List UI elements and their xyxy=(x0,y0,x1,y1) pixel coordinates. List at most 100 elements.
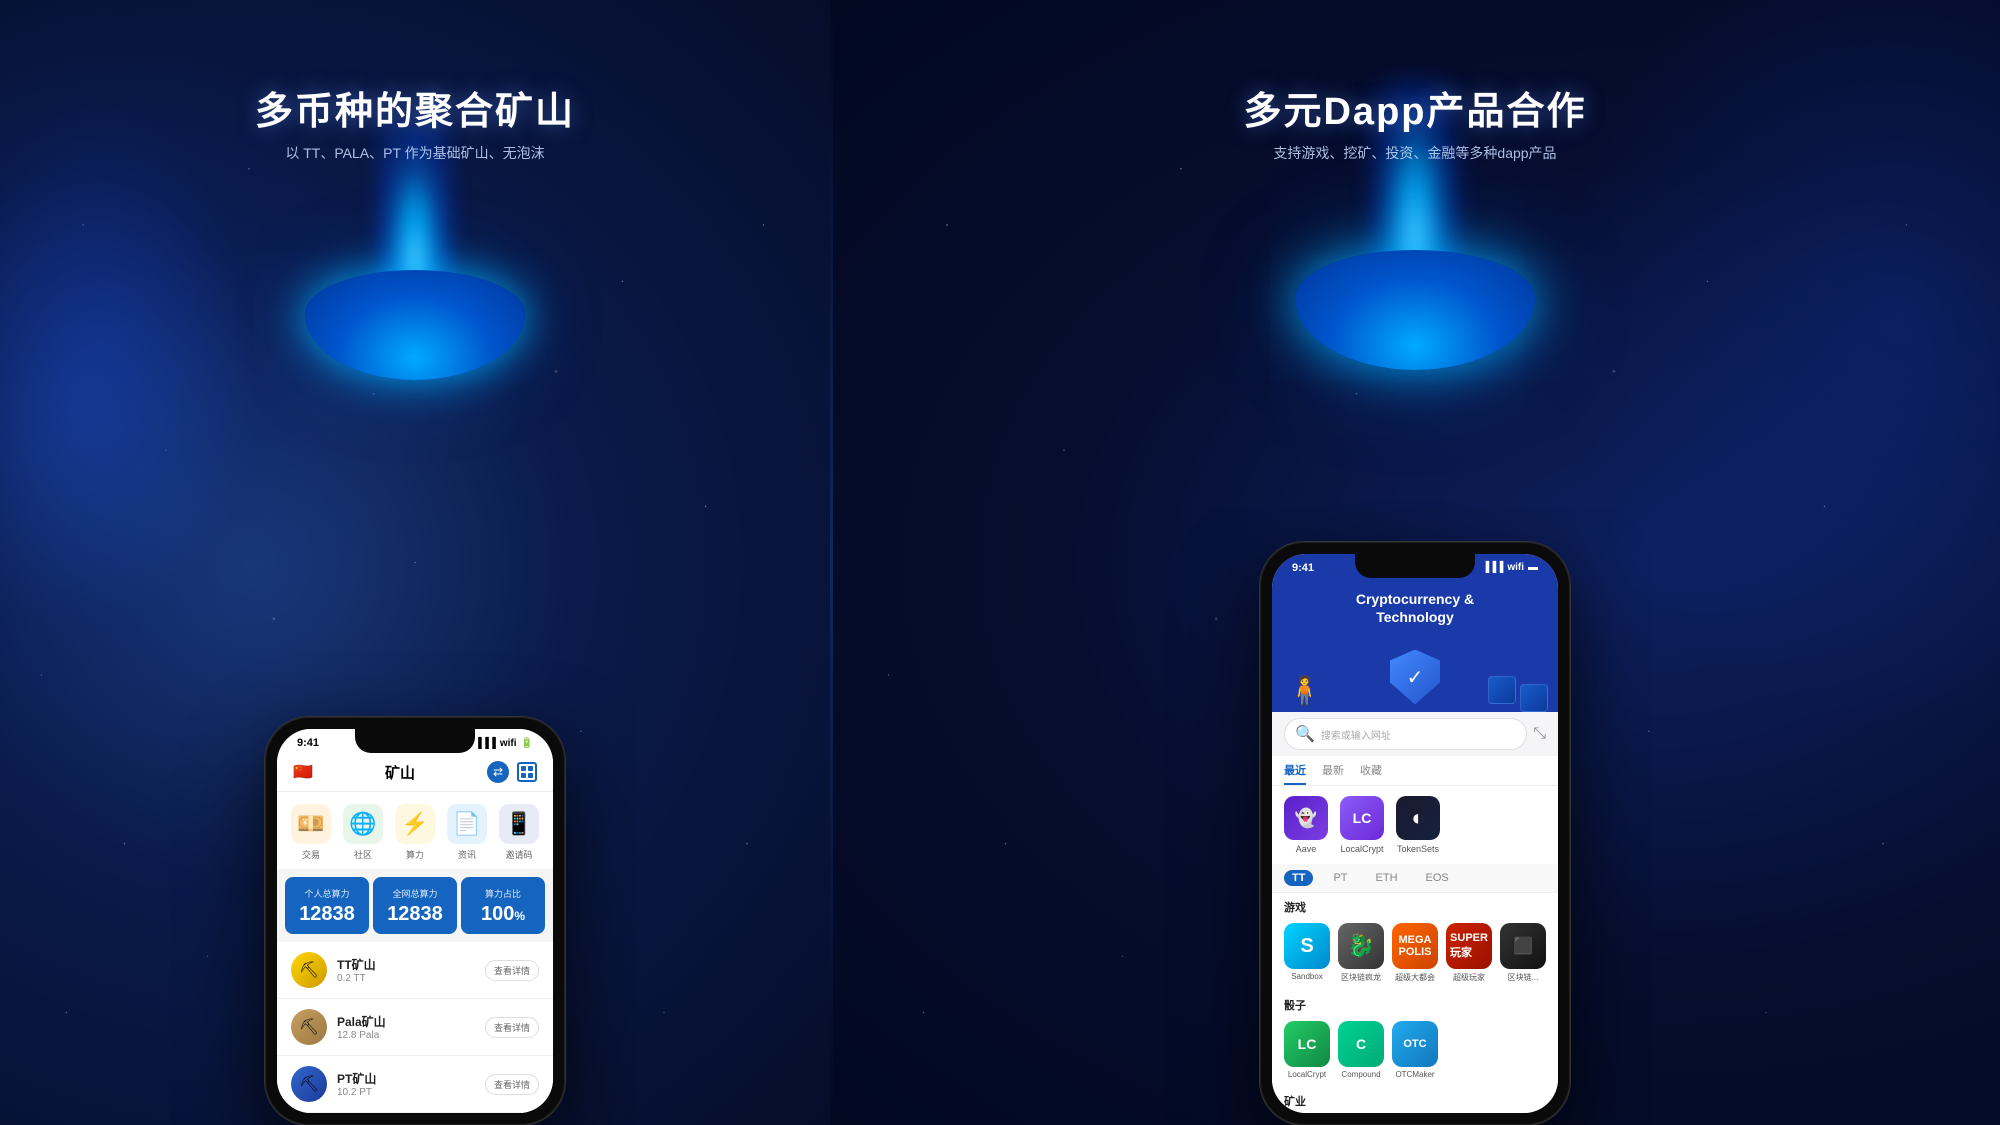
notch-right xyxy=(1355,554,1475,578)
dice-compound-icon: C xyxy=(1338,1021,1384,1067)
tt-info: TT矿山 0.2 TT xyxy=(337,956,485,984)
right-panel: 多元Dapp产品合作 支持游戏、挖矿、投资、金融等多种dapp产品 9:41 ▐… xyxy=(830,0,2000,1125)
pala-icon-symbol: ⛏ xyxy=(299,1017,319,1037)
right-subtitle: 支持游戏、挖矿、投资、金融等多种dapp产品 xyxy=(1243,143,1586,163)
blockchain2-icon: ⬛ xyxy=(1500,923,1546,969)
pala-name: Pala矿山 xyxy=(337,1013,485,1030)
tokensets-label: TokenSets xyxy=(1397,844,1439,854)
search-box[interactable]: 🔍 搜索或输入网址 xyxy=(1284,718,1527,750)
app-tokensets[interactable]: ◐ TokenSets xyxy=(1396,796,1440,854)
stat-personal-value: 12838 xyxy=(291,904,363,924)
stat-personal: 个人总算力 12838 xyxy=(285,877,369,934)
hashrate-label: 算力 xyxy=(406,848,424,861)
mining-list: ⛏ TT矿山 0.2 TT 查看详情 ⛏ Pala矿山 xyxy=(277,942,553,1113)
stat-network-value: 12838 xyxy=(379,904,451,924)
tokensets-icon: ◐ xyxy=(1396,796,1440,840)
aave-icon: 👻 xyxy=(1284,796,1328,840)
dice-row: LC LocalCrypt C Compound OTC xyxy=(1272,1017,1558,1087)
pala-amount: 12.8 Pala xyxy=(337,1030,485,1041)
blockchain-dragon-icon: 🐉 xyxy=(1338,923,1384,969)
app-aave[interactable]: 👻 Aave xyxy=(1284,796,1328,854)
cat-eos[interactable]: EOS xyxy=(1418,870,1457,886)
dice-localcrypt[interactable]: LC LocalCrypt xyxy=(1284,1021,1330,1079)
phone-right: 9:41 ▐▐▐ wifi ▬ Cryptocurrency & Technol… xyxy=(1260,542,1570,1125)
block-1 xyxy=(1488,676,1516,704)
games-section-title: 游戏 xyxy=(1272,893,1558,919)
wifi-right: wifi xyxy=(1507,562,1524,573)
mining-pt: ⛏ PT矿山 10.2 PT 查看详情 xyxy=(277,1056,553,1113)
game-superplayer[interactable]: SUPER玩家 超级玩家 xyxy=(1446,923,1492,983)
tt-icon-symbol: ⛏ xyxy=(299,960,319,980)
phone-screen-right: 9:41 ▐▐▐ wifi ▬ Cryptocurrency & Technol… xyxy=(1272,554,1558,1113)
signal-right: ▐▐▐ xyxy=(1482,562,1503,573)
tt-detail-btn[interactable]: 查看详情 xyxy=(485,960,539,981)
battery-icon: 🔋 xyxy=(521,738,533,749)
notch-left xyxy=(355,729,475,753)
trade-label: 交易 xyxy=(302,848,320,861)
superplayer-label: 超级玩家 xyxy=(1453,972,1485,983)
search-placeholder: 搜索或输入网址 xyxy=(1321,727,1391,742)
dapp-search-bar: 🔍 搜索或输入网址 ⤡ xyxy=(1272,712,1558,756)
wifi-icon: wifi xyxy=(500,738,517,749)
cat-pt[interactable]: PT xyxy=(1325,870,1355,886)
menu-news[interactable]: 📄 资讯 xyxy=(447,804,487,861)
phone-left: 9:41 ▐▐▐ wifi 🔋 🇨🇳 矿山 ⇄ xyxy=(265,717,565,1125)
dapp-title-line2: Technology xyxy=(1288,608,1542,626)
menu-trade[interactable]: 💴 交易 xyxy=(291,804,331,861)
tt-icon: ⛏ xyxy=(291,952,327,988)
block-2 xyxy=(1520,684,1548,712)
invite-label: 邀请码 xyxy=(505,848,532,861)
battery-right: ▬ xyxy=(1528,562,1538,573)
shield-icon: ✓ xyxy=(1390,650,1440,705)
dice-localcrypt-label: LocalCrypt xyxy=(1288,1070,1326,1079)
menu-community[interactable]: 🌐 社区 xyxy=(343,804,383,861)
pala-detail-btn[interactable]: 查看详情 xyxy=(485,1017,539,1038)
planet-body-right xyxy=(1295,250,1535,370)
figure-icon: 🧍 xyxy=(1287,674,1322,707)
stat-ratio-label: 算力占比 xyxy=(467,887,539,900)
expand-icon[interactable]: ⤡ xyxy=(1533,725,1546,743)
blockchain-dragon-label: 区块链疯龙 xyxy=(1341,972,1381,983)
dapp-title-line1: Cryptocurrency & xyxy=(1288,590,1542,608)
tt-name: TT矿山 xyxy=(337,956,485,973)
scan-icon[interactable] xyxy=(517,762,537,782)
game-megapolis[interactable]: MEGAPOLIS 超级大都会 xyxy=(1392,923,1438,983)
dice-otcmaker[interactable]: OTC OTCMaker xyxy=(1392,1021,1438,1079)
game-blockchain2[interactable]: ⬛ 区块链... xyxy=(1500,923,1546,983)
tab-recent[interactable]: 最近 xyxy=(1284,762,1306,785)
dapp-illustration: 🧍 ✓ xyxy=(1272,642,1558,712)
pt-detail-btn[interactable]: 查看详情 xyxy=(485,1074,539,1095)
dice-localcrypt-icon: LC xyxy=(1284,1021,1330,1067)
right-heading-block: 多元Dapp产品合作 支持游戏、挖矿、投资、金融等多种dapp产品 xyxy=(1243,80,1586,163)
tab-favorites[interactable]: 收藏 xyxy=(1360,762,1382,785)
sandbox-icon: S xyxy=(1284,923,1330,969)
signal-icons-right: ▐▐▐ wifi ▬ xyxy=(1482,562,1538,573)
nav-icons: ⇄ xyxy=(487,761,537,783)
left-heading-block: 多币种的聚合矿山 以 TT、PALA、PT 作为基础矿山、无泡沫 xyxy=(255,80,575,163)
dice-section-title: 骰子 xyxy=(1272,991,1558,1017)
signal-icon: ▐▐▐ xyxy=(475,738,496,749)
localcrypt-label: LocalCrypt xyxy=(1340,844,1383,854)
game-blockchain-dragon[interactable]: 🐉 区块链疯龙 xyxy=(1338,923,1384,983)
mining-tt: ⛏ TT矿山 0.2 TT 查看详情 xyxy=(277,942,553,999)
stat-network: 全网总算力 12838 xyxy=(373,877,457,934)
pt-icon-symbol: ⛏ xyxy=(299,1074,319,1094)
exchange-icon[interactable]: ⇄ xyxy=(487,761,509,783)
sandbox-label: Sandbox xyxy=(1291,972,1323,981)
app-localcrypt[interactable]: LC LocalCrypt xyxy=(1340,796,1384,854)
dice-compound[interactable]: C Compound xyxy=(1338,1021,1384,1079)
pala-icon: ⛏ xyxy=(291,1009,327,1045)
search-icon: 🔍 xyxy=(1295,724,1315,744)
planet-body-left xyxy=(305,270,525,380)
trade-icon: 💴 xyxy=(297,811,324,837)
cat-tt[interactable]: TT xyxy=(1284,870,1313,886)
tab-newest[interactable]: 最新 xyxy=(1322,762,1344,785)
invite-icon: 📱 xyxy=(505,811,532,837)
menu-invite[interactable]: 📱 邀请码 xyxy=(499,804,539,861)
cat-eth[interactable]: ETH xyxy=(1368,870,1406,886)
pala-info: Pala矿山 12.8 Pala xyxy=(337,1013,485,1041)
game-sandbox[interactable]: S Sandbox xyxy=(1284,923,1330,983)
stat-personal-label: 个人总算力 xyxy=(291,887,363,900)
aave-label: Aave xyxy=(1296,844,1317,854)
menu-hashrate[interactable]: ⚡ 算力 xyxy=(395,804,435,861)
